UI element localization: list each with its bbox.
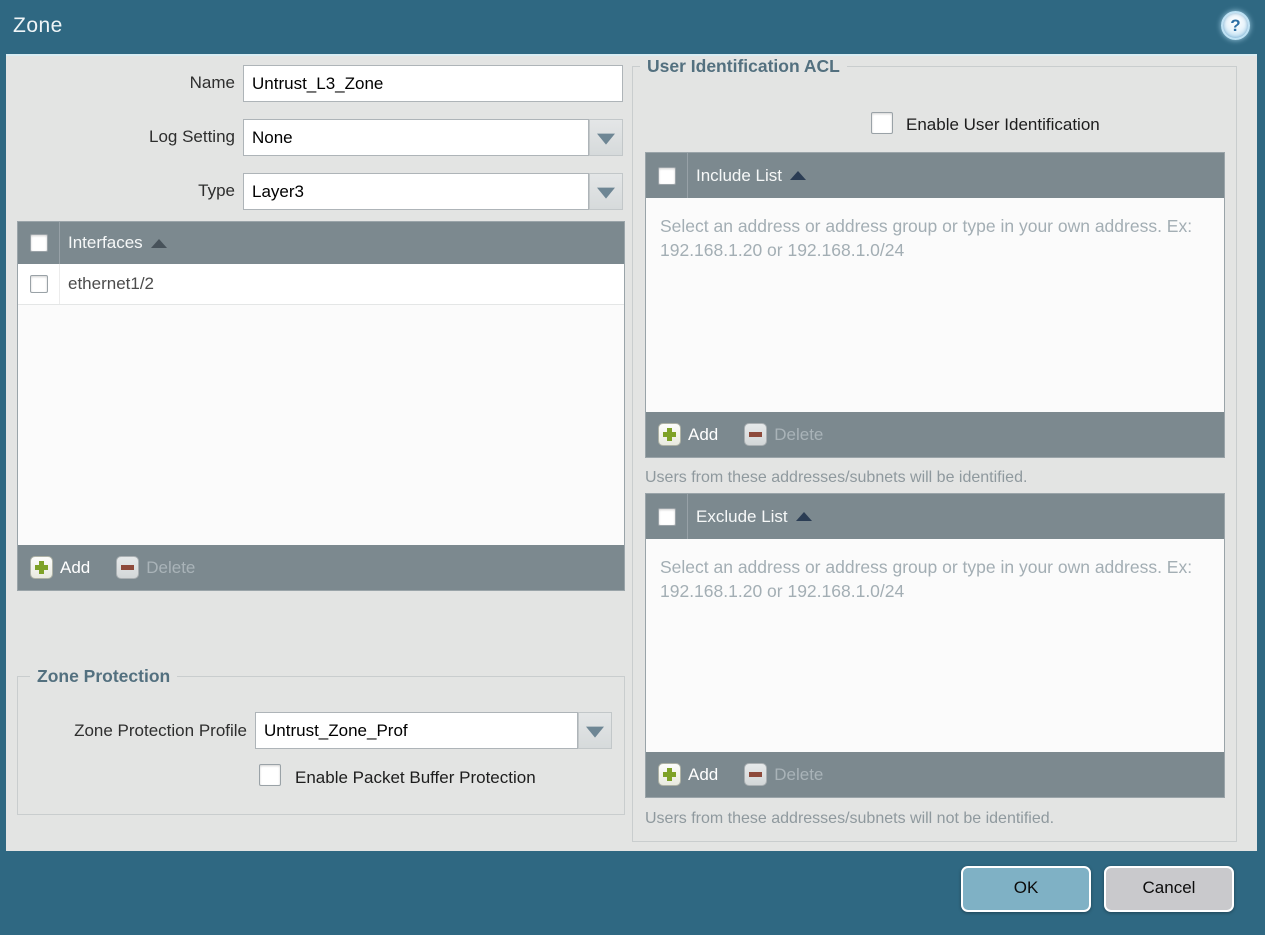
interfaces-delete-button[interactable]: Delete — [116, 556, 195, 579]
interfaces-table: Interfaces ethernet1/2 Add Delete — [17, 221, 625, 591]
interfaces-add-button[interactable]: Add — [30, 556, 90, 579]
exclude-add-button[interactable]: Add — [658, 763, 718, 786]
dialog-titlebar: Zone ? — [0, 0, 1265, 56]
name-input[interactable] — [243, 65, 623, 102]
interfaces-table-footer: Add Delete — [18, 545, 624, 590]
exclude-delete-button[interactable]: Delete — [744, 763, 823, 786]
interface-row-checkbox[interactable] — [29, 275, 48, 293]
include-list-column-header[interactable]: Include List — [696, 166, 782, 186]
ok-button[interactable]: OK — [961, 866, 1091, 912]
packet-buffer-protection-checkbox[interactable] — [259, 764, 281, 786]
sort-ascending-icon — [795, 512, 812, 521]
enable-user-identification-label: Enable User Identification — [906, 115, 1100, 134]
add-plus-icon — [30, 556, 53, 579]
help-icon[interactable]: ? — [1221, 11, 1250, 40]
interfaces-table-header[interactable]: Interfaces — [18, 222, 624, 264]
type-input[interactable] — [243, 173, 589, 210]
cancel-button[interactable]: Cancel — [1104, 866, 1234, 912]
log-setting-label: Log Setting — [148, 127, 235, 146]
dialog-title: Zone — [13, 14, 63, 37]
delete-minus-icon — [744, 423, 768, 446]
include-list-body: Select an address or address group or ty… — [646, 198, 1224, 412]
user-identification-acl-legend: User Identification ACL — [640, 56, 847, 77]
zone-protection-profile-label: Zone Protection Profile — [74, 721, 247, 740]
zone-protection-legend: Zone Protection — [30, 666, 178, 687]
add-plus-icon — [658, 423, 681, 446]
name-label: Name — [189, 73, 235, 92]
log-setting-input[interactable] — [243, 119, 589, 156]
interface-row-label: ethernet1/2 — [68, 274, 155, 293]
delete-minus-icon — [116, 556, 140, 579]
interfaces-column-header[interactable]: Interfaces — [68, 233, 143, 253]
exclude-select-all-checkbox[interactable] — [657, 507, 676, 526]
zone-protection-profile-dropdown-button[interactable] — [578, 712, 612, 749]
interfaces-table-body: ethernet1/2 — [18, 264, 624, 545]
exclude-list-header[interactable]: Exclude List — [646, 494, 1224, 539]
include-delete-button[interactable]: Delete — [744, 423, 823, 446]
interfaces-select-all-checkbox[interactable] — [29, 234, 48, 252]
interface-row[interactable]: ethernet1/2 — [18, 264, 624, 305]
exclude-list-table: Exclude List Select an address or addres… — [645, 493, 1225, 798]
sort-ascending-icon — [790, 171, 806, 180]
exclude-list-body: Select an address or address group or ty… — [646, 539, 1224, 752]
type-label: Type — [198, 181, 235, 200]
exclude-list-caption: Users from these addresses/subnets will … — [645, 810, 1055, 827]
type-dropdown-button[interactable] — [589, 173, 623, 210]
include-list-header[interactable]: Include List — [646, 153, 1224, 198]
include-add-button[interactable]: Add — [658, 423, 718, 446]
exclude-list-column-header[interactable]: Exclude List — [696, 507, 788, 527]
zone-protection-profile-input[interactable] — [255, 712, 578, 749]
delete-minus-icon — [744, 763, 768, 786]
include-list-table: Include List Select an address or addres… — [645, 152, 1225, 458]
exclude-list-footer: Add Delete — [646, 752, 1224, 797]
include-list-placeholder: Select an address or address group or ty… — [660, 216, 1193, 260]
packet-buffer-protection-label: Enable Packet Buffer Protection — [295, 768, 536, 787]
sort-ascending-icon — [150, 238, 167, 248]
log-setting-dropdown-button[interactable] — [589, 119, 623, 156]
include-list-caption: Users from these addresses/subnets will … — [645, 469, 1028, 486]
include-list-footer: Add Delete — [646, 412, 1224, 457]
add-plus-icon — [658, 763, 681, 786]
include-select-all-checkbox[interactable] — [657, 166, 676, 185]
exclude-list-placeholder: Select an address or address group or ty… — [660, 557, 1193, 601]
enable-user-identification-checkbox[interactable] — [871, 112, 893, 134]
